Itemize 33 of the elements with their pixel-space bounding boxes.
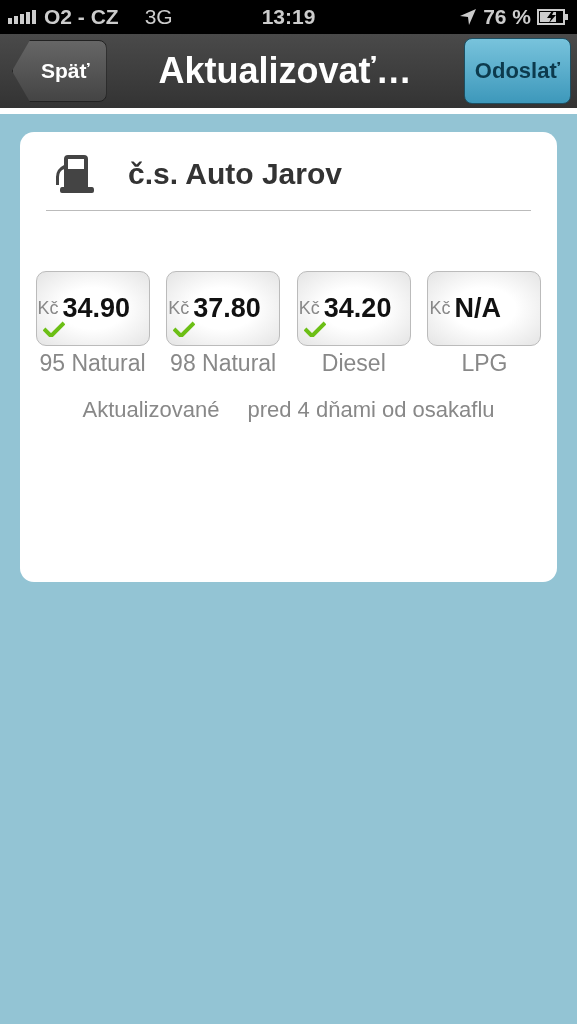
price-tile[interactable]: Kč N/A: [427, 271, 542, 346]
fuel-type: Diesel: [321, 350, 386, 377]
price-value: 34.90: [62, 293, 131, 324]
price-value: N/A: [454, 293, 501, 324]
updated-detail: pred 4 dňami od osakaflu: [247, 397, 495, 423]
clock: 13:19: [261, 5, 316, 29]
network-type: 3G: [144, 5, 173, 29]
price-tile[interactable]: Kč 34.20: [296, 271, 411, 346]
currency-label: Kč: [429, 298, 451, 319]
price-value: 37.80: [193, 293, 261, 324]
check-icon: [173, 321, 196, 337]
currency-label: Kč: [298, 298, 320, 319]
check-icon: [303, 321, 326, 337]
currency-label: Kč: [37, 298, 59, 319]
station-name: č.s. Auto Jarov: [128, 157, 342, 191]
battery-charging-icon: [537, 9, 569, 25]
fuel-pump-icon: [54, 155, 96, 193]
updated-label: Aktualizované: [82, 397, 220, 423]
page-title: Aktualizovať…: [158, 50, 412, 92]
signal-icon: [8, 10, 38, 24]
location-icon: [459, 8, 478, 26]
send-button[interactable]: Odoslať: [463, 38, 571, 104]
price-tile[interactable]: Kč 37.80: [166, 271, 281, 346]
battery-percent: 76 %: [483, 5, 531, 29]
currency-label: Kč: [168, 298, 190, 319]
back-button[interactable]: Späť: [12, 40, 107, 102]
price-tile[interactable]: Kč 34.90: [35, 271, 150, 346]
check-icon: [42, 321, 65, 337]
carrier: O2 - CZ: [44, 5, 119, 29]
fuel-type: 95 Natural: [39, 350, 146, 377]
fuel-type: 98 Natural: [170, 350, 277, 377]
fuel-type: LPG: [461, 350, 508, 377]
price-value: 34.20: [323, 293, 392, 324]
